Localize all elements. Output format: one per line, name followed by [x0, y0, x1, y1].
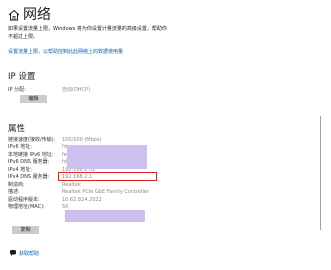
properties-heading: 属性 — [8, 124, 26, 134]
prop-label: IPv6 DNS 服务器: — [8, 159, 50, 166]
prop-label: IPv4 DNS 服务器: — [8, 174, 50, 181]
intro-text: 如果设置流量上限，Windows 将为你设置计量流量的高级设置，帮助你不超过上限… — [8, 26, 167, 40]
prop-label: IPv6 地址: — [8, 144, 32, 151]
help-icon[interactable] — [9, 249, 17, 257]
prop-label: 驱动程序版本: — [8, 196, 40, 203]
prop-value: 100/100 (Mbps) — [62, 137, 102, 143]
prop-value: Realtek PCIe GbE Family Controller — [62, 189, 150, 196]
prop-value: Realtek — [62, 181, 81, 188]
prop-label: 制造商: — [8, 181, 25, 188]
ip-assignment-value: 自动(DHCP) — [62, 87, 91, 93]
set-data-limit-link[interactable]: 设置流量上限，以帮助控制此此网络上的数据使用量 — [8, 48, 123, 55]
edit-button[interactable]: 编辑 — [20, 95, 47, 103]
prop-value: 10.62.824.2022 — [62, 196, 102, 203]
get-help-link[interactable]: 获取帮助 — [19, 250, 39, 257]
ipv4-highlight-box — [58, 172, 157, 181]
prop-label: 描述: — [8, 189, 20, 196]
redaction-block — [67, 145, 147, 169]
scrollbar[interactable] — [320, 116, 321, 230]
home-icon[interactable] — [7, 8, 21, 22]
copy-button[interactable]: 复制 — [12, 226, 39, 234]
page-title: 网络 — [23, 7, 51, 23]
prop-label: 物理地址(MAC): — [8, 203, 45, 210]
redaction-block — [65, 210, 145, 222]
ip-assignment-label: IP 分配: — [8, 87, 26, 93]
ip-settings-heading: IP 设置 — [8, 72, 36, 82]
